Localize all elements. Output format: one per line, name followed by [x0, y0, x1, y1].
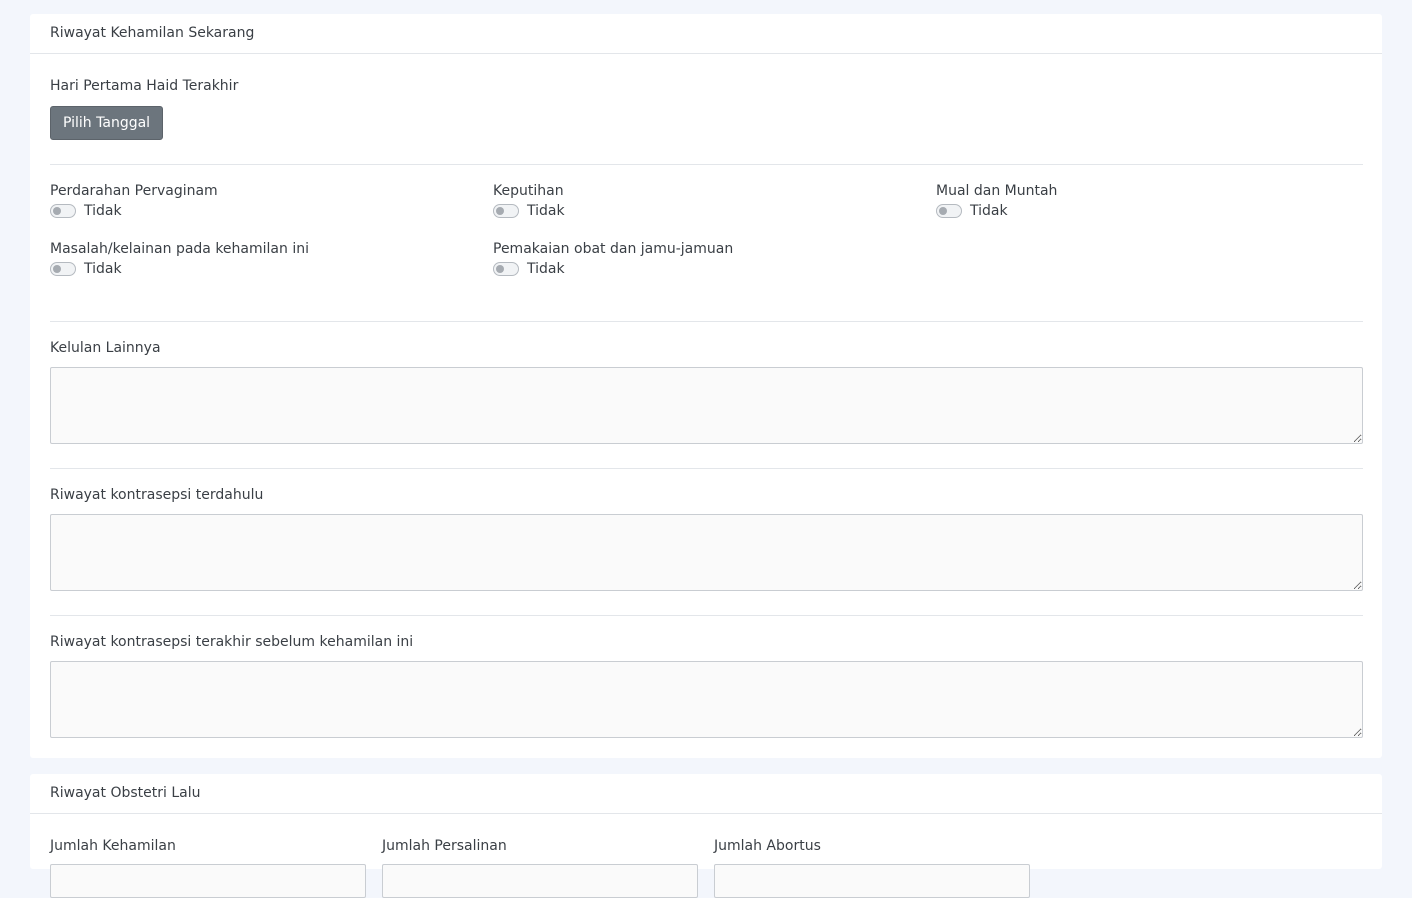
- toggle-switch[interactable]: [493, 204, 519, 218]
- toggle-switch[interactable]: [936, 204, 962, 218]
- delivery-count-input[interactable]: [382, 864, 698, 898]
- toggle-switch[interactable]: [50, 204, 76, 218]
- pick-date-button[interactable]: Pilih Tanggal: [50, 106, 164, 140]
- toggle-label-nausea: Mual dan Muntah: [936, 183, 1058, 199]
- toggle-knob: [939, 207, 947, 215]
- prev-contraception-label: Riwayat kontrasepsi terdahulu: [50, 487, 264, 503]
- toggle-label-problems: Masalah/kelainan pada kehamilan ini: [50, 241, 309, 257]
- toggle-state: Tidak: [84, 203, 122, 219]
- pregnancy-count-label: Jumlah Kehamilan: [50, 838, 176, 854]
- obstetric-history-title: Riwayat Obstetri Lalu: [30, 774, 1382, 814]
- current-pregnancy-title: Riwayat Kehamilan Sekarang: [30, 14, 1382, 54]
- obstetric-history-card: Riwayat Obstetri Lalu Jumlah Kehamilan J…: [30, 774, 1382, 898]
- pregnancy-count-input[interactable]: [50, 864, 366, 898]
- lmp-label: Hari Pertama Haid Terakhir: [50, 78, 239, 94]
- toggle-state: Tidak: [527, 203, 565, 219]
- toggle-knob: [496, 265, 504, 273]
- prev-contraception-textarea[interactable]: [50, 514, 1363, 591]
- toggle-medication[interactable]: Tidak: [493, 261, 565, 277]
- toggle-problems[interactable]: Tidak: [50, 261, 122, 277]
- abortion-count-label: Jumlah Abortus: [714, 838, 821, 854]
- abortion-count-input[interactable]: [714, 864, 1030, 898]
- last-contraception-textarea[interactable]: [50, 661, 1363, 738]
- toggle-knob: [53, 207, 61, 215]
- other-complaints-textarea[interactable]: [50, 367, 1363, 444]
- delivery-count-label: Jumlah Persalinan: [382, 838, 507, 854]
- toggle-knob: [496, 207, 504, 215]
- toggle-nausea[interactable]: Tidak: [936, 203, 1008, 219]
- toggle-bleeding[interactable]: Tidak: [50, 203, 122, 219]
- toggle-discharge[interactable]: Tidak: [493, 203, 565, 219]
- divider: [50, 321, 1363, 322]
- divider: [50, 164, 1363, 165]
- toggle-state: Tidak: [84, 261, 122, 277]
- last-contraception-label: Riwayat kontrasepsi terakhir sebelum keh…: [50, 634, 414, 650]
- toggle-switch[interactable]: [493, 262, 519, 276]
- toggle-label-discharge: Keputihan: [493, 183, 564, 199]
- toggle-knob: [53, 265, 61, 273]
- current-pregnancy-card: Riwayat Kehamilan Sekarang Hari Pertama …: [30, 14, 1382, 758]
- toggle-switch[interactable]: [50, 262, 76, 276]
- divider: [50, 615, 1363, 616]
- toggle-label-medication: Pemakaian obat dan jamu-jamuan: [493, 241, 734, 257]
- divider: [50, 468, 1363, 469]
- toggle-state: Tidak: [970, 203, 1008, 219]
- toggle-state: Tidak: [527, 261, 565, 277]
- other-complaints-label: Kelulan Lainnya: [50, 340, 161, 356]
- toggle-label-bleeding: Perdarahan Pervaginam: [50, 183, 218, 199]
